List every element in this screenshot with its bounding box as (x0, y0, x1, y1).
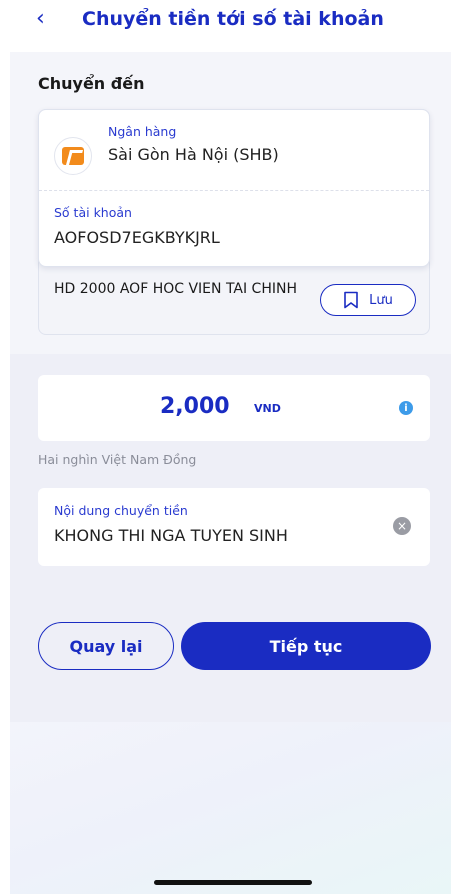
amount-field[interactable] (38, 375, 430, 441)
currency-label: VND (254, 402, 281, 415)
bank-logo-icon (54, 137, 92, 175)
shb-logo (62, 147, 84, 165)
info-icon[interactable]: i (399, 401, 413, 415)
amount-in-words: Hai nghìn Việt Nam Đồng (38, 452, 197, 467)
recipient-section-label: Chuyển đến (38, 74, 145, 93)
bookmark-icon (344, 291, 358, 309)
transfer-screen: ‹ Chuyển tiền tới số tài khoản Chuyển đế… (10, 0, 451, 894)
back-chevron-icon[interactable]: ‹ (36, 6, 45, 32)
bank-label: Ngân hàng (108, 124, 177, 139)
account-number-label: Số tài khoản (54, 205, 132, 220)
header: ‹ Chuyển tiền tới số tài khoản (10, 0, 451, 52)
save-label: Lưu (369, 292, 393, 308)
transfer-content-label: Nội dung chuyển tiền (54, 503, 188, 518)
clear-icon[interactable]: × (393, 517, 411, 535)
account-number-value: AOFOSD7EGKBYKJRL (54, 228, 220, 247)
divider (39, 190, 429, 191)
back-button[interactable]: Quay lại (38, 622, 174, 670)
continue-button[interactable]: Tiếp tục (181, 622, 431, 670)
continue-button-label: Tiếp tục (269, 636, 343, 656)
home-indicator[interactable] (154, 880, 312, 885)
bottom-background (10, 722, 451, 894)
transfer-content-value[interactable]: KHONG THI NGA TUYEN SINH (54, 526, 288, 545)
bank-name: Sài Gòn Hà Nội (SHB) (108, 145, 279, 164)
back-button-label: Quay lại (69, 636, 143, 656)
amount-value: 2,000 (160, 394, 230, 419)
page-title: Chuyển tiền tới số tài khoản (82, 8, 384, 30)
save-recipient-button[interactable]: Lưu (320, 284, 416, 316)
account-holder-name: HD 2000 AOF HOC VIEN TAI CHINH (54, 281, 297, 297)
